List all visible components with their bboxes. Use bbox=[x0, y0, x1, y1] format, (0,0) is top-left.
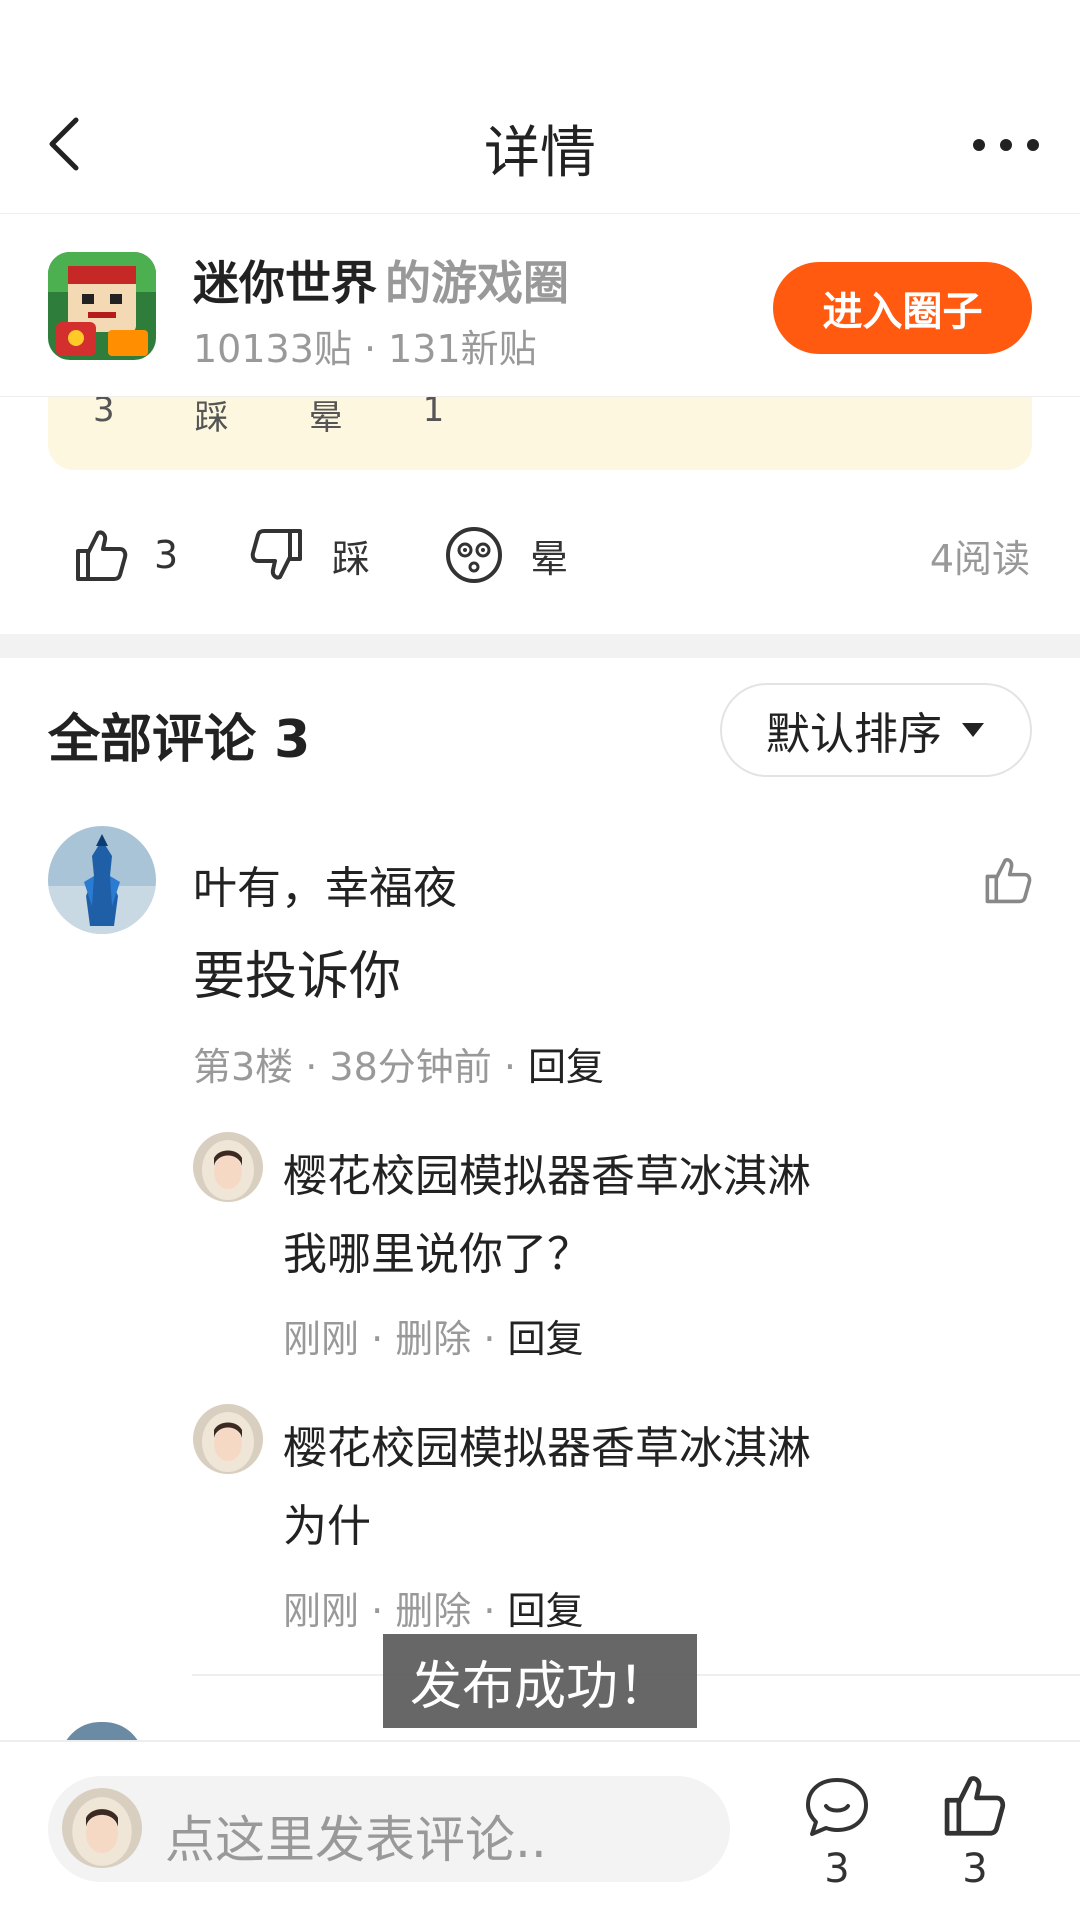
comment-count: 3 bbox=[824, 1846, 850, 1892]
reply-button[interactable]: 回复 bbox=[528, 1045, 604, 1089]
comment-text: 要投诉你 bbox=[193, 947, 402, 1007]
read-count: 4阅读 bbox=[929, 536, 1030, 581]
dizzy-label: 晕 bbox=[530, 536, 569, 581]
top-nav-bar: 详情 bbox=[0, 0, 1080, 214]
reply-avatar[interactable] bbox=[193, 1132, 263, 1202]
page-title: 详情 bbox=[484, 121, 596, 186]
quoted-dislike-label: 踩 bbox=[194, 398, 229, 438]
reply-author[interactable]: 樱花校园模拟器香草冰淇淋 bbox=[283, 1140, 811, 1204]
dizzy-reaction[interactable]: 晕 bbox=[444, 510, 568, 600]
sort-dropdown[interactable]: 默认排序 bbox=[720, 683, 1032, 777]
reply-author[interactable]: 樱花校园模拟器香草冰淇淋 bbox=[283, 1412, 811, 1476]
circle-stats: 10133贴 · 131新贴 bbox=[193, 327, 537, 371]
reply-time-delete: 刚刚 · 删除 · bbox=[283, 1589, 508, 1633]
section-divider bbox=[0, 634, 1080, 658]
like-reaction[interactable]: 3 bbox=[72, 510, 178, 600]
reply-avatar[interactable] bbox=[193, 1404, 263, 1474]
comment-meta: 第3楼 · 38分钟前 · 回复 bbox=[193, 1036, 604, 1091]
comment-floor-time: 第3楼 · 38分钟前 · bbox=[193, 1045, 529, 1089]
quoted-like-count: 3 bbox=[93, 390, 115, 430]
caret-down-icon bbox=[962, 723, 984, 737]
comment-like-icon[interactable] bbox=[982, 855, 1036, 909]
commenter-avatar[interactable] bbox=[48, 826, 156, 934]
post-reaction-bar: 3 踩 晕 4阅读 bbox=[0, 510, 1080, 600]
bottom-like-count: 3 bbox=[962, 1846, 988, 1892]
success-toast: 发布成功！ bbox=[383, 1634, 697, 1728]
comment-author[interactable]: 叶有，幸福夜 bbox=[193, 852, 457, 916]
thumbs-down-icon bbox=[250, 529, 302, 580]
comment-input-placeholder[interactable]: 点这里发表评论.. bbox=[165, 1800, 547, 1872]
reply-text: 我哪里说你了？ bbox=[283, 1229, 591, 1280]
circle-name: 迷你世界 bbox=[193, 256, 377, 310]
like-count: 3 bbox=[154, 533, 179, 577]
reply-meta: 刚刚 · 删除 · 回复 bbox=[283, 1580, 584, 1635]
dislike-reaction[interactable]: 踩 bbox=[250, 510, 370, 600]
quoted-post-reactions: 3 踩 晕 1 bbox=[93, 390, 444, 439]
reply-text: 为什 bbox=[283, 1501, 371, 1552]
my-avatar bbox=[62, 1788, 142, 1868]
comment-bubble-icon[interactable] bbox=[802, 1772, 872, 1842]
enter-circle-button[interactable]: 进入圈子 bbox=[773, 262, 1032, 354]
comments-title: 全部评论 3 bbox=[48, 710, 311, 770]
thumbs-up-icon[interactable] bbox=[940, 1772, 1010, 1842]
reply-meta: 刚刚 · 删除 · 回复 bbox=[283, 1308, 584, 1363]
quoted-dizzy-label: 晕 bbox=[308, 398, 343, 438]
reply-time-delete: 刚刚 · 删除 · bbox=[283, 1317, 508, 1361]
sort-label: 默认排序 bbox=[766, 709, 942, 760]
circle-title[interactable]: 迷你世界 的游戏圈 bbox=[193, 247, 569, 313]
quoted-comment-count: 1 bbox=[422, 390, 445, 430]
dislike-label: 踩 bbox=[332, 536, 371, 581]
more-options-icon[interactable] bbox=[966, 120, 1046, 170]
dizzy-face-icon bbox=[446, 527, 502, 583]
thumbs-up-icon bbox=[76, 530, 128, 581]
reply-button[interactable]: 回复 bbox=[507, 1317, 583, 1361]
game-circle-icon[interactable] bbox=[48, 252, 156, 360]
reply-button[interactable]: 回复 bbox=[507, 1589, 583, 1633]
circle-suffix: 的游戏圈 bbox=[385, 256, 569, 310]
